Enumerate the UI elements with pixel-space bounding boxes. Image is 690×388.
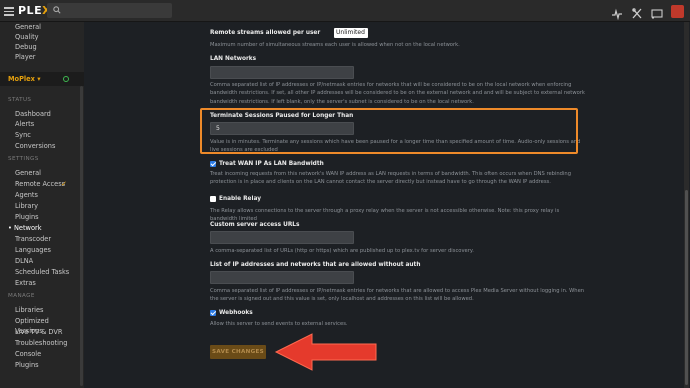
custom-urls-input[interactable]: [210, 231, 354, 244]
no-auth-input[interactable]: [210, 271, 354, 284]
lan-networks-desc: Comma separated list of IP addresses or …: [210, 82, 585, 105]
settings-header: SETTINGS: [8, 156, 39, 162]
custom-urls-label: Custom server access URLs: [210, 222, 300, 228]
server-name: MoPlex ▾: [8, 75, 41, 83]
sidebar-item-remote-access[interactable]: Remote Access ✓: [15, 179, 77, 189]
sidebar-item-dashboard[interactable]: Dashboard: [15, 109, 77, 119]
sidebar: General Quality Debug Player MoPlex ▾ ST…: [0, 22, 84, 388]
search-icon: [53, 6, 61, 14]
sidebar-item-languages[interactable]: Languages: [15, 245, 77, 255]
server-selector[interactable]: MoPlex ▾: [0, 72, 84, 86]
settings-icon[interactable]: [631, 5, 643, 19]
sidebar-item-label: Remote Access: [15, 180, 66, 188]
sidebar-item-troubleshooting[interactable]: Troubleshooting: [15, 338, 77, 348]
custom-urls-desc: A comma-separated list of URLs (http or …: [210, 248, 474, 254]
main-scroll-thumb[interactable]: [685, 190, 688, 385]
status-header: STATUS: [8, 97, 32, 103]
sidebar-item-dlna[interactable]: DLNA: [15, 256, 77, 266]
lan-networks-label: LAN Networks: [210, 56, 257, 62]
server-status-icon: [63, 76, 69, 82]
cast-icon[interactable]: [651, 5, 663, 19]
webhooks-label: Webhooks: [219, 310, 253, 316]
sidebar-item-scheduled-tasks[interactable]: Scheduled Tasks: [15, 267, 77, 277]
sidebar-item-transcoder[interactable]: Transcoder: [15, 234, 77, 244]
top-bar: PLEX: [0, 0, 690, 22]
wan-lan-checkbox[interactable]: [210, 161, 216, 167]
highlight-box: [200, 108, 578, 154]
activity-icon[interactable]: [611, 5, 623, 21]
remote-streams-desc: Maximum number of simultaneous streams e…: [210, 42, 460, 48]
sidebar-item-alerts[interactable]: Alerts: [15, 119, 77, 129]
sidebar-item-extras[interactable]: Extras: [15, 278, 77, 288]
wan-lan-label: Treat WAN IP As LAN Bandwidth: [219, 161, 324, 167]
remote-streams-select[interactable]: Unlimited ▾: [334, 28, 368, 46]
user-avatar[interactable]: [671, 4, 684, 18]
sidebar-item-library[interactable]: Library: [15, 201, 77, 211]
search-input[interactable]: [47, 3, 172, 18]
enable-relay-checkbox[interactable]: [210, 196, 216, 202]
sidebar-item-debug[interactable]: Debug: [15, 42, 77, 52]
sidebar-item-agents[interactable]: Agents: [15, 190, 77, 200]
sidebar-item-manage-plugins[interactable]: Plugins: [15, 360, 77, 370]
wan-lan-desc: Treat incoming requests from this networ…: [210, 171, 571, 186]
save-changes-button[interactable]: SAVE CHANGES: [210, 345, 266, 359]
sidebar-item-conversions[interactable]: Conversions: [15, 141, 77, 151]
sidebar-item-quality[interactable]: Quality: [15, 32, 77, 42]
manage-header: MANAGE: [8, 293, 35, 299]
sidebar-scrollbar[interactable]: [80, 86, 83, 386]
sidebar-item-general[interactable]: General: [15, 168, 77, 178]
sidebar-item-general-top[interactable]: General: [15, 22, 77, 32]
sidebar-item-plugins[interactable]: Plugins: [15, 212, 77, 222]
webhooks-checkbox[interactable]: [210, 310, 216, 316]
main-scrollbar[interactable]: [684, 22, 689, 388]
sidebar-item-optimized-versions[interactable]: Optimized Versions: [15, 316, 77, 335]
sidebar-item-live-tv[interactable]: Live TV & DVR: [15, 327, 77, 337]
no-auth-label: List of IP addresses and networks that a…: [210, 262, 421, 268]
sidebar-item-console[interactable]: Console: [15, 349, 77, 359]
enable-relay-label: Enable Relay: [219, 196, 261, 202]
sidebar-item-network[interactable]: • Network: [8, 223, 70, 233]
check-icon: ✓: [61, 180, 67, 188]
no-auth-desc: Comma separated list of IP addresses or …: [210, 288, 585, 303]
sidebar-item-player[interactable]: Player: [15, 52, 77, 62]
menu-icon[interactable]: [4, 7, 14, 16]
sidebar-item-libraries[interactable]: Libraries: [15, 305, 77, 315]
lan-networks-input[interactable]: [210, 66, 354, 79]
remote-streams-label: Remote streams allowed per user: [210, 30, 321, 36]
settings-panel: Remote streams allowed per user Unlimite…: [84, 22, 690, 388]
sidebar-item-sync[interactable]: Sync: [15, 130, 77, 140]
webhooks-desc: Allow this server to send events to exte…: [210, 321, 348, 327]
red-arrow-icon: [274, 333, 377, 371]
